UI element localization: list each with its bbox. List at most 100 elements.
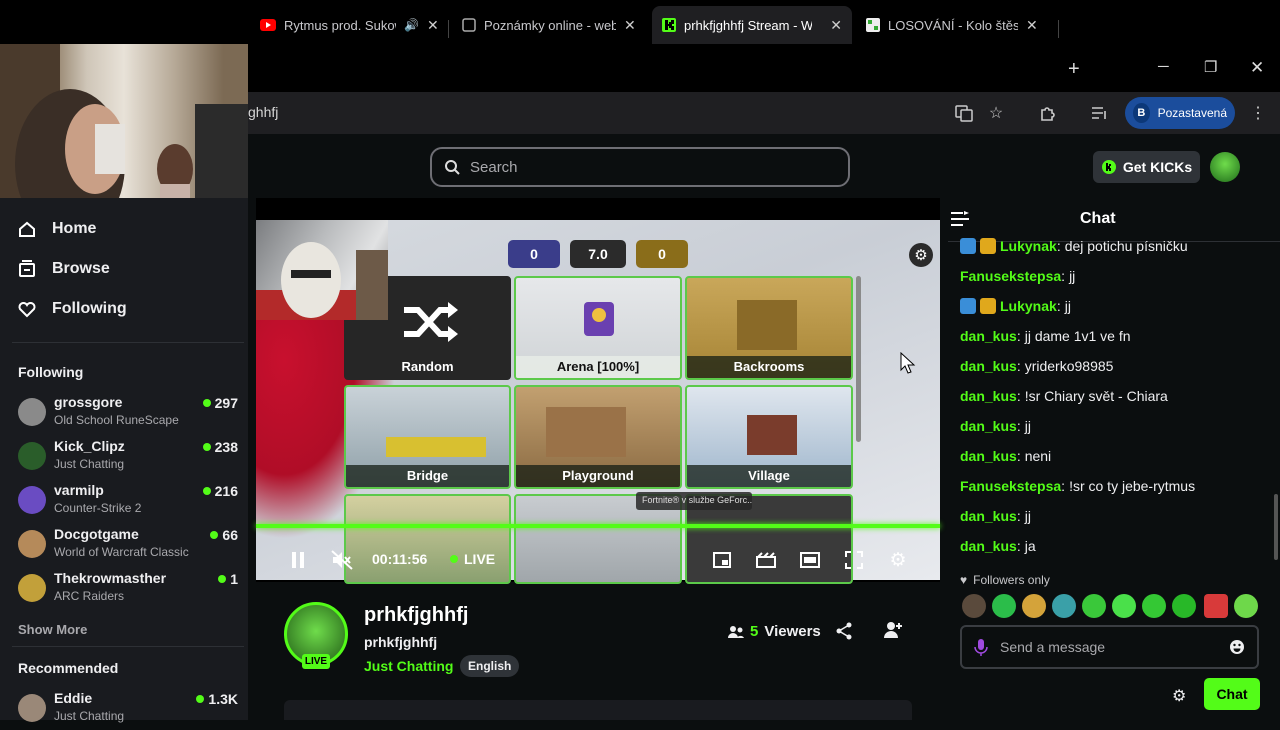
pause-icon[interactable] bbox=[287, 549, 309, 571]
chat-text: !sr co ty jebe-rytmus bbox=[1069, 478, 1196, 494]
chat-username[interactable]: dan_kus bbox=[960, 328, 1017, 344]
url-text[interactable]: ghhfj bbox=[248, 104, 278, 120]
chat-scrollbar[interactable] bbox=[1274, 494, 1278, 560]
emote-1[interactable] bbox=[962, 594, 986, 618]
avatar bbox=[18, 486, 46, 514]
live-dot bbox=[210, 531, 219, 539]
crown-badge-icon[interactable] bbox=[980, 238, 996, 254]
collapse-chat-icon[interactable] bbox=[950, 210, 970, 228]
avatar bbox=[18, 530, 46, 558]
avatar bbox=[18, 398, 46, 426]
media-queue-icon[interactable] bbox=[1090, 103, 1110, 123]
moderator-badge-icon[interactable] bbox=[960, 298, 976, 314]
stream-title: prhkfjghhfj bbox=[364, 604, 469, 626]
chat-message: Lukynak: jj bbox=[960, 298, 1071, 314]
chat-separator: : bbox=[1056, 238, 1061, 254]
language-badge[interactable]: English bbox=[460, 655, 520, 677]
clip-icon[interactable] bbox=[755, 549, 777, 571]
new-tab-button[interactable]: + bbox=[1068, 58, 1080, 81]
moderator-badge-icon[interactable] bbox=[960, 238, 976, 254]
chat-username[interactable]: dan_kus bbox=[960, 418, 1017, 434]
game-scrollbar bbox=[856, 276, 861, 442]
chat-username[interactable]: Lukynak bbox=[1000, 298, 1057, 314]
crown-badge-icon[interactable] bbox=[980, 298, 996, 314]
chat-username[interactable]: dan_kus bbox=[960, 358, 1017, 374]
emote-4[interactable] bbox=[1052, 594, 1076, 618]
profile-button[interactable]: B Pozastavená bbox=[1125, 97, 1235, 129]
microphone-icon[interactable] bbox=[974, 638, 988, 656]
chat-username[interactable]: Fanusekstepsa bbox=[960, 478, 1061, 494]
browser-menu-icon[interactable]: ⋮ bbox=[1248, 103, 1268, 123]
map-tile-arena: Arena [100%] bbox=[514, 276, 682, 380]
close-tab-icon[interactable]: ✕ bbox=[1026, 17, 1038, 34]
show-more-link[interactable]: Show More bbox=[18, 622, 87, 637]
search-input[interactable]: Search bbox=[430, 147, 850, 187]
browser-tab-active[interactable]: prhkfjghhfj Stream - Wat ✕ bbox=[652, 6, 852, 44]
emote-8[interactable] bbox=[1172, 594, 1196, 618]
browser-tab-1[interactable]: Rytmus prod. Sukow 🔊 ✕ bbox=[250, 10, 449, 40]
channel-name: Docgotgame bbox=[54, 526, 139, 542]
nav-home[interactable]: Home bbox=[18, 220, 96, 238]
chat-send-button[interactable]: Chat bbox=[1204, 678, 1260, 710]
browser-tab-4[interactable]: LOSOVÁNÍ - Kolo štěstí ✕ bbox=[856, 10, 1048, 40]
chat-text: jj bbox=[1064, 298, 1071, 314]
translate-icon[interactable] bbox=[954, 103, 974, 123]
fullscreen-icon[interactable] bbox=[843, 549, 865, 571]
emote-10[interactable] bbox=[1234, 594, 1258, 618]
streamer-username[interactable]: prhkfjghhfj bbox=[364, 634, 437, 650]
speaker-icon[interactable]: 🔊 bbox=[404, 18, 419, 32]
chat-text: neni bbox=[1024, 448, 1052, 464]
viewer-count: 238 bbox=[202, 439, 238, 455]
following-item-docgotgame[interactable]: Docgotgame World of Warcraft Classic 66 bbox=[18, 526, 240, 566]
following-item-grossgore[interactable]: grossgore Old School RuneScape 297 bbox=[18, 394, 240, 434]
avatar bbox=[18, 574, 46, 602]
emoji-icon[interactable] bbox=[1229, 639, 1245, 655]
pip-icon[interactable] bbox=[711, 549, 733, 571]
following-item-varmilp[interactable]: varmilp Counter-Strike 2 216 bbox=[18, 482, 240, 522]
follow-user-icon[interactable] bbox=[884, 621, 902, 639]
mouse-cursor-icon bbox=[900, 352, 916, 374]
close-tab-icon[interactable]: ✕ bbox=[830, 17, 842, 34]
chat-message: Lukynak: dej potichu písničku bbox=[960, 238, 1188, 254]
close-window-icon[interactable]: ✕ bbox=[1250, 58, 1264, 78]
player-settings-icon[interactable]: ⚙ bbox=[887, 549, 909, 571]
recommended-item-eddie[interactable]: Eddie Just Chatting 1.3K bbox=[18, 690, 240, 730]
chat-message-input[interactable]: Send a message bbox=[960, 625, 1259, 669]
chat-username[interactable]: dan_kus bbox=[960, 448, 1017, 464]
share-icon[interactable] bbox=[836, 622, 852, 640]
emote-9[interactable] bbox=[1204, 594, 1228, 618]
emote-3[interactable] bbox=[1022, 594, 1046, 618]
close-tab-icon[interactable]: ✕ bbox=[427, 17, 439, 34]
nav-browse[interactable]: Browse bbox=[18, 260, 110, 278]
chat-username[interactable]: dan_kus bbox=[960, 388, 1017, 404]
extensions-icon[interactable] bbox=[1037, 103, 1057, 123]
user-avatar[interactable] bbox=[1210, 152, 1240, 182]
overlay-tooltip: Fortnite® v službe GeForc... bbox=[636, 492, 752, 510]
chat-username[interactable]: dan_kus bbox=[960, 508, 1017, 524]
emote-2[interactable] bbox=[992, 594, 1016, 618]
mute-icon[interactable] bbox=[331, 549, 353, 571]
chat-settings-icon[interactable]: ⚙ bbox=[1172, 686, 1186, 706]
nav-following-label: Following bbox=[52, 300, 127, 317]
game-settings-icon: ⚙ bbox=[909, 243, 933, 267]
inner-webcam-overlay bbox=[256, 220, 388, 320]
stream-category-link[interactable]: Just Chatting bbox=[364, 658, 453, 674]
emote-7[interactable] bbox=[1142, 594, 1166, 618]
get-kicks-button[interactable]: Get KICKs bbox=[1093, 151, 1200, 183]
bookmark-star-icon[interactable]: ☆ bbox=[986, 103, 1006, 123]
browser-tab-2[interactable]: Poznámky online - webo ✕ bbox=[452, 10, 646, 40]
minimize-icon[interactable]: ─ bbox=[1158, 58, 1169, 75]
emote-5[interactable] bbox=[1082, 594, 1106, 618]
nav-following[interactable]: Following bbox=[18, 300, 127, 318]
chat-username[interactable]: Lukynak bbox=[1000, 238, 1057, 254]
close-tab-icon[interactable]: ✕ bbox=[624, 17, 636, 34]
following-item-thekrowmasther[interactable]: Thekrowmasther ARC Raiders 1 bbox=[18, 570, 240, 610]
emote-6[interactable] bbox=[1112, 594, 1136, 618]
video-progress-bar[interactable] bbox=[256, 524, 940, 528]
chat-username[interactable]: dan_kus bbox=[960, 538, 1017, 554]
restore-icon[interactable]: ❐ bbox=[1204, 58, 1217, 76]
chat-username[interactable]: Fanusekstepsa bbox=[960, 268, 1061, 284]
theater-mode-icon[interactable] bbox=[799, 549, 821, 571]
live-indicator[interactable]: LIVE bbox=[450, 551, 495, 567]
following-item-kick-clipz[interactable]: Kick_Clipz Just Chatting 238 bbox=[18, 438, 240, 478]
